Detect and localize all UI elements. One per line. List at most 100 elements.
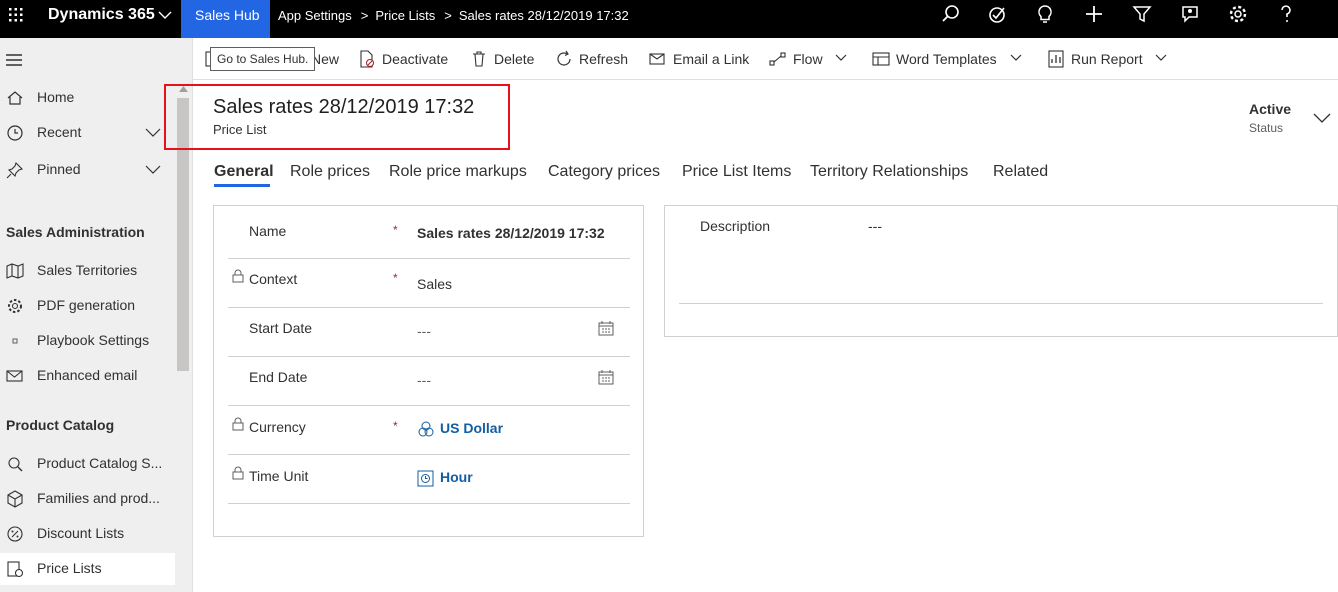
end-date-field[interactable]: --- (417, 372, 431, 388)
time-unit-lookup-link[interactable]: Hour (440, 469, 473, 485)
email-link-label: Email a Link (673, 51, 750, 67)
sidebar-item-recent[interactable]: Recent (0, 117, 175, 149)
gear-icon (8, 299, 22, 313)
field-row-start-date: Start Date --- (228, 308, 630, 357)
clock-icon (7, 125, 23, 141)
app-launcher-button[interactable] (0, 0, 32, 30)
start-date-field[interactable]: --- (417, 323, 431, 339)
breadcrumb-separator: > (360, 8, 369, 23)
sidebar-item-home[interactable]: Home (0, 82, 175, 114)
chevron-down-icon[interactable] (1155, 54, 1167, 62)
mail-icon (6, 370, 23, 382)
field-row-time-unit: Time Unit Hour (228, 455, 630, 504)
field-row-currency: Currency * US Dollar (228, 406, 630, 455)
currency-icon (418, 421, 434, 437)
email-link-icon (649, 53, 665, 65)
status-value: Active (1249, 101, 1292, 117)
help-icon[interactable] (1276, 4, 1296, 24)
lock-icon (232, 417, 244, 431)
lightbulb-icon[interactable] (1035, 4, 1055, 24)
chevron-down-icon[interactable] (158, 10, 172, 20)
page-title: Sales rates 28/12/2019 17:32 (213, 96, 475, 118)
sidebar-item-label: Home (37, 89, 75, 105)
sidebar-item-pinned[interactable]: Pinned (0, 154, 175, 186)
brand-name[interactable]: Dynamics 365 (48, 6, 155, 24)
flow-icon (769, 52, 786, 66)
filter-icon[interactable] (1132, 4, 1152, 24)
percent-icon (7, 526, 23, 542)
waffle-icon (9, 8, 23, 22)
hamburger-menu-icon[interactable] (6, 54, 22, 66)
sidebar-item-enhanced-email[interactable]: Enhanced email (0, 360, 175, 392)
calendar-icon[interactable] (598, 370, 614, 385)
field-label: Start Date (249, 320, 313, 336)
tab-role-price-markups[interactable]: Role price markups (389, 163, 527, 181)
word-templates-label: Word Templates (896, 51, 997, 67)
required-indicator: * (393, 271, 398, 285)
breadcrumb-item[interactable]: Price Lists (375, 8, 435, 23)
chevron-down-icon[interactable] (1313, 112, 1331, 124)
app-name-tab[interactable]: Sales Hub (181, 0, 270, 38)
pricelist-icon (7, 561, 24, 578)
breadcrumb-item[interactable]: App Settings (278, 8, 352, 23)
currency-lookup-link[interactable]: US Dollar (440, 420, 503, 436)
chevron-down-icon[interactable] (1010, 54, 1022, 62)
sidebar-item-label: PDF generation (37, 297, 136, 313)
sidebar-item-label: Price Lists (37, 560, 102, 576)
report-icon (1048, 50, 1064, 68)
breadcrumb-item: Sales rates 28/12/2019 17:32 (458, 8, 629, 23)
sidebar-item-label: Sales Territories (37, 262, 138, 278)
tab-role-prices[interactable]: Role prices (290, 163, 370, 181)
tab-related[interactable]: Related (993, 163, 1048, 181)
sidebar-item-price-lists[interactable]: Price Lists (0, 553, 175, 585)
required-indicator: * (393, 419, 398, 433)
tab-category-prices[interactable]: Category prices (548, 163, 660, 181)
sidebar-group-title: Product Catalog (6, 417, 115, 433)
field-row-name: Name * Sales rates 28/12/2019 17:32 (228, 210, 630, 259)
chevron-down-icon[interactable] (145, 164, 161, 174)
sidebar-item-families-products[interactable]: Families and prod... (0, 483, 175, 515)
field-label: Name (249, 223, 287, 239)
sidebar-item-sales-territories[interactable]: Sales Territories (0, 255, 175, 287)
field-label: Context (249, 271, 298, 287)
chevron-down-icon[interactable] (835, 54, 847, 62)
command-bar: New Deactivate Delete Refresh Email a Li… (193, 38, 1338, 80)
plus-icon[interactable] (1084, 4, 1104, 24)
active-tab-indicator (214, 184, 270, 187)
chevron-down-icon[interactable] (145, 127, 161, 137)
description-field[interactable]: --- (868, 218, 882, 234)
sidebar-item-label: Enhanced email (37, 367, 138, 383)
sidebar-item-label: Recent (37, 124, 82, 140)
tab-general[interactable]: General (214, 163, 274, 181)
deactivate-label: Deactivate (382, 51, 449, 67)
description-label: Description (700, 218, 771, 234)
delete-label: Delete (494, 51, 535, 67)
field-label: End Date (249, 369, 308, 385)
search-icon[interactable] (941, 4, 961, 24)
settings-icon[interactable] (1228, 4, 1248, 24)
word-template-icon (872, 52, 890, 66)
status-label: Status (1249, 121, 1284, 135)
field-label: Currency (249, 419, 306, 435)
name-field[interactable]: Sales rates 28/12/2019 17:32 (417, 225, 605, 241)
tab-price-list-items[interactable]: Price List Items (682, 163, 791, 181)
tooltip: Go to Sales Hub. (210, 47, 316, 71)
assistant-icon[interactable] (1180, 4, 1200, 24)
task-icon[interactable] (987, 4, 1007, 24)
sidebar-item-pdf-generation[interactable]: PDF generation (0, 290, 175, 322)
trash-icon (473, 51, 485, 67)
sidebar-item-discount-lists[interactable]: Discount Lists (0, 518, 175, 550)
lock-icon (232, 466, 244, 480)
sidebar-item-label: Families and prod... (37, 490, 160, 506)
refresh-icon (557, 50, 571, 66)
sidebar-item-product-catalog-settings[interactable]: Product Catalog S... (0, 448, 175, 480)
home-icon (7, 91, 23, 105)
user-icon[interactable] (1320, 0, 1338, 38)
map-icon (6, 263, 24, 279)
run-report-label: Run Report (1071, 51, 1143, 67)
calendar-icon[interactable] (598, 321, 614, 336)
field-row-end-date: End Date --- (228, 357, 630, 406)
tab-territory-relationships[interactable]: Territory Relationships (810, 163, 968, 181)
sidebar-item-playbook-settings[interactable]: Playbook Settings (0, 325, 175, 357)
box-icon (7, 490, 23, 508)
